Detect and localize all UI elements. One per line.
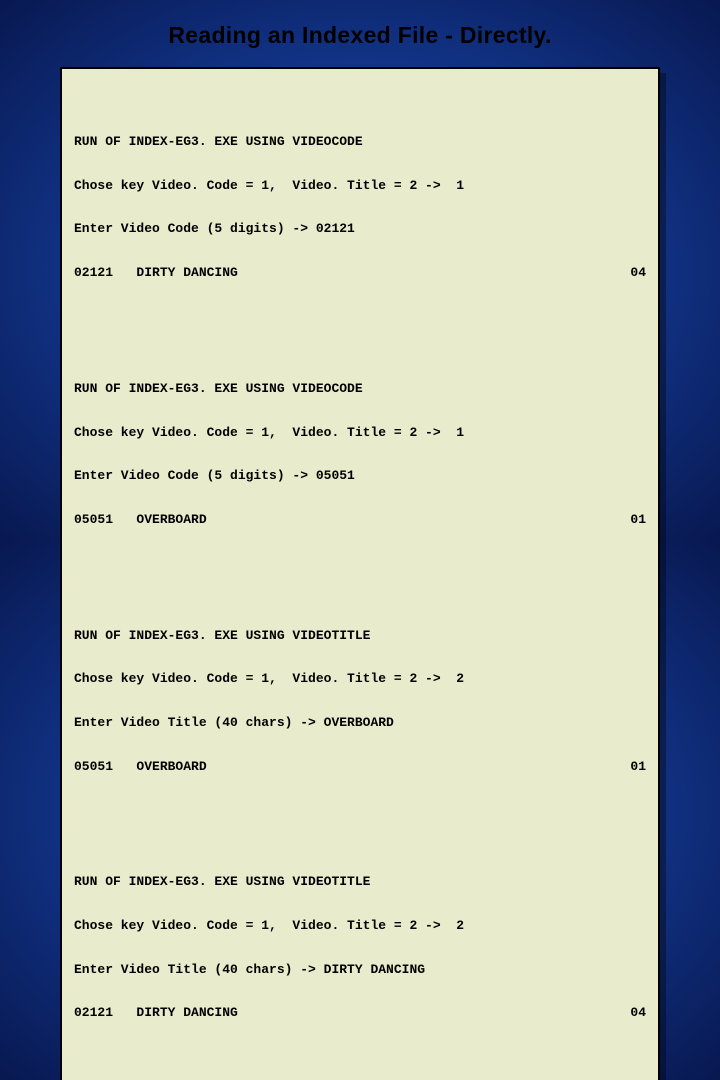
result-row: 05051 OVERBOARD 01 bbox=[74, 760, 646, 775]
result-right: 04 bbox=[630, 266, 646, 281]
run-header: RUN OF INDEX-EG3. EXE USING VIDEOCODE bbox=[74, 135, 646, 150]
terminal-output: RUN OF INDEX-EG3. EXE USING VIDEOCODE Ch… bbox=[60, 67, 660, 1080]
result-left: 05051 OVERBOARD bbox=[74, 513, 207, 528]
input-prompt: Enter Video Code (5 digits) -> 02121 bbox=[74, 222, 646, 237]
key-prompt: Chose key Video. Code = 1, Video. Title … bbox=[74, 672, 646, 687]
result-right: 01 bbox=[630, 513, 646, 528]
terminal-container: RUN OF INDEX-EG3. EXE USING VIDEOCODE Ch… bbox=[60, 67, 660, 1080]
result-right: 04 bbox=[630, 1006, 646, 1021]
input-prompt: Enter Video Title (40 chars) -> DIRTY DA… bbox=[74, 963, 646, 978]
result-row: 05051 OVERBOARD 01 bbox=[74, 513, 646, 528]
result-left: 05051 OVERBOARD bbox=[74, 760, 207, 775]
run-header: RUN OF INDEX-EG3. EXE USING VIDEOTITLE bbox=[74, 875, 646, 890]
result-left: 02121 DIRTY DANCING bbox=[74, 266, 238, 281]
run-header: RUN OF INDEX-EG3. EXE USING VIDEOTITLE bbox=[74, 629, 646, 644]
run-header: RUN OF INDEX-EG3. EXE USING VIDEOCODE bbox=[74, 382, 646, 397]
run-block: RUN OF INDEX-EG3. EXE USING VIDEOCODE Ch… bbox=[74, 353, 646, 557]
run-block: RUN OF INDEX-EG3. EXE USING VIDEOCODE Ch… bbox=[74, 106, 646, 310]
result-left: 02121 DIRTY DANCING bbox=[74, 1006, 238, 1021]
key-prompt: Chose key Video. Code = 1, Video. Title … bbox=[74, 179, 646, 194]
result-row: 02121 DIRTY DANCING 04 bbox=[74, 266, 646, 281]
key-prompt: Chose key Video. Code = 1, Video. Title … bbox=[74, 919, 646, 934]
page-title: Reading an Indexed File - Directly. bbox=[0, 0, 720, 67]
input-prompt: Enter Video Code (5 digits) -> 05051 bbox=[74, 469, 646, 484]
run-block: RUN OF INDEX-EG3. EXE USING VIDEOTITLE C… bbox=[74, 846, 646, 1050]
input-prompt: Enter Video Title (40 chars) -> OVERBOAR… bbox=[74, 716, 646, 731]
result-row: 02121 DIRTY DANCING 04 bbox=[74, 1006, 646, 1021]
result-right: 01 bbox=[630, 760, 646, 775]
run-block: RUN OF INDEX-EG3. EXE USING VIDEOTITLE C… bbox=[74, 600, 646, 804]
key-prompt: Chose key Video. Code = 1, Video. Title … bbox=[74, 426, 646, 441]
